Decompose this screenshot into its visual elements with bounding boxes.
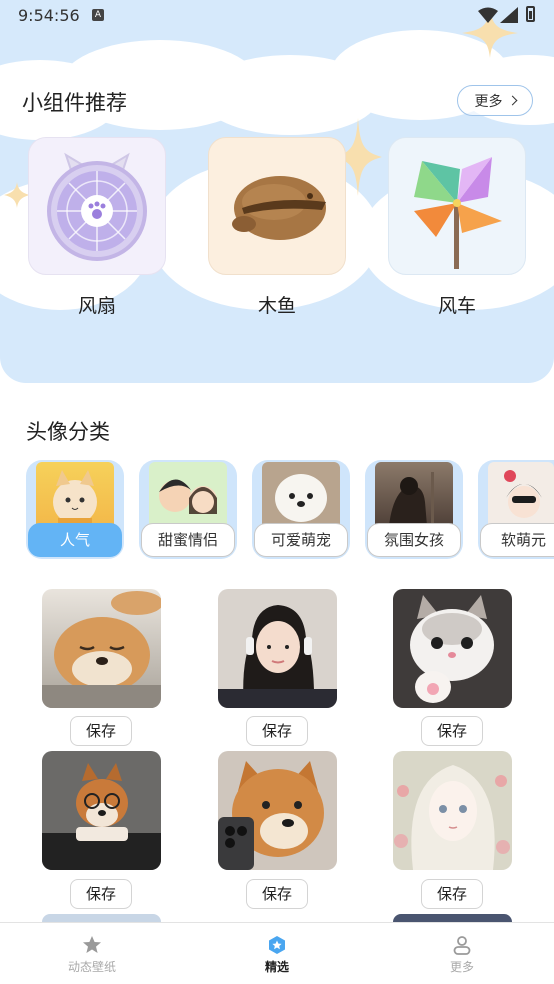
widget-label-wooden-fish: 木鱼 <box>257 295 296 317</box>
avatar-image-white-kitten[interactable] <box>393 589 512 708</box>
save-button[interactable]: 保存 <box>70 879 132 909</box>
notification-icon: A <box>92 9 104 21</box>
save-button[interactable]: 保存 <box>246 879 308 909</box>
widgets-more-button[interactable]: 更多 <box>457 85 533 116</box>
battery-icon <box>526 6 535 22</box>
save-button[interactable]: 保存 <box>421 879 483 909</box>
avatar-image-shiba-phone[interactable] <box>218 751 337 870</box>
category-chip-couples[interactable]: 甜蜜情侣 <box>139 460 237 559</box>
nav-label: 精选 <box>264 960 289 974</box>
signal-icon <box>500 7 518 23</box>
chevron-right-icon <box>507 95 517 106</box>
featured-icon <box>269 936 285 954</box>
wifi-icon <box>478 7 498 23</box>
category-chip-vibe-girls[interactable]: 氛围女孩 <box>365 460 463 559</box>
category-chip-soft-cute[interactable]: 软萌元 <box>478 460 554 559</box>
category-chip-label: 可爱萌宠 <box>254 523 348 557</box>
avatar-image-partial[interactable] <box>393 914 512 922</box>
category-thumbnail <box>375 462 453 526</box>
avatar-image-shiba-cat[interactable] <box>42 589 161 708</box>
wooden-fish-icon <box>232 176 326 240</box>
status-time: 9:54:56 <box>18 6 80 25</box>
save-button[interactable]: 保存 <box>246 716 308 746</box>
nav-item-live-wallpaper[interactable]: 动态壁纸 <box>22 923 162 984</box>
category-chip-label: 甜蜜情侣 <box>141 523 235 557</box>
avatar-categories-title: 头像分类 <box>26 420 110 444</box>
widget-card-fan[interactable] <box>28 137 166 275</box>
avatar-image-shiba-glasses[interactable] <box>42 751 161 870</box>
sparkle-icon <box>4 182 30 208</box>
nav-label: 更多 <box>449 960 474 974</box>
star-icon <box>83 936 101 953</box>
status-bar: 9:54:56 A <box>0 0 554 32</box>
widgets-section-title: 小组件推荐 <box>22 91 127 115</box>
nav-label: 动态壁纸 <box>67 960 116 974</box>
save-button[interactable]: 保存 <box>70 716 132 746</box>
nav-item-featured[interactable]: 精选 <box>207 923 347 984</box>
avatar-image-illustrated-girl[interactable] <box>393 751 512 870</box>
save-button[interactable]: 保存 <box>421 716 483 746</box>
category-chip-cute-pets[interactable]: 可爱萌宠 <box>252 460 350 559</box>
category-chip-label: 人气 <box>28 523 122 557</box>
category-thumbnail <box>262 462 340 526</box>
widget-card-wooden-fish[interactable] <box>208 137 346 275</box>
avatar-image-girl-headphones[interactable] <box>218 589 337 708</box>
widget-label-fan: 风扇 <box>77 295 116 317</box>
category-thumbnail <box>488 462 554 526</box>
fan-icon <box>47 152 147 261</box>
category-chip-label: 氛围女孩 <box>367 523 461 557</box>
widget-card-pinwheel[interactable] <box>388 137 526 275</box>
category-thumbnail <box>149 462 227 526</box>
bottom-nav: 动态壁纸 精选 更多 <box>0 922 554 984</box>
category-chip-label: 软萌元 <box>480 523 554 557</box>
category-thumbnail <box>36 462 114 526</box>
person-icon <box>453 936 471 955</box>
avatar-image-partial[interactable] <box>42 914 161 922</box>
more-button-label: 更多 <box>474 93 503 110</box>
widget-label-pinwheel: 风车 <box>437 295 476 317</box>
nav-item-more[interactable]: 更多 <box>392 923 532 984</box>
category-chip-popular[interactable]: 人气 <box>26 460 124 559</box>
pinwheel-icon <box>414 157 502 269</box>
